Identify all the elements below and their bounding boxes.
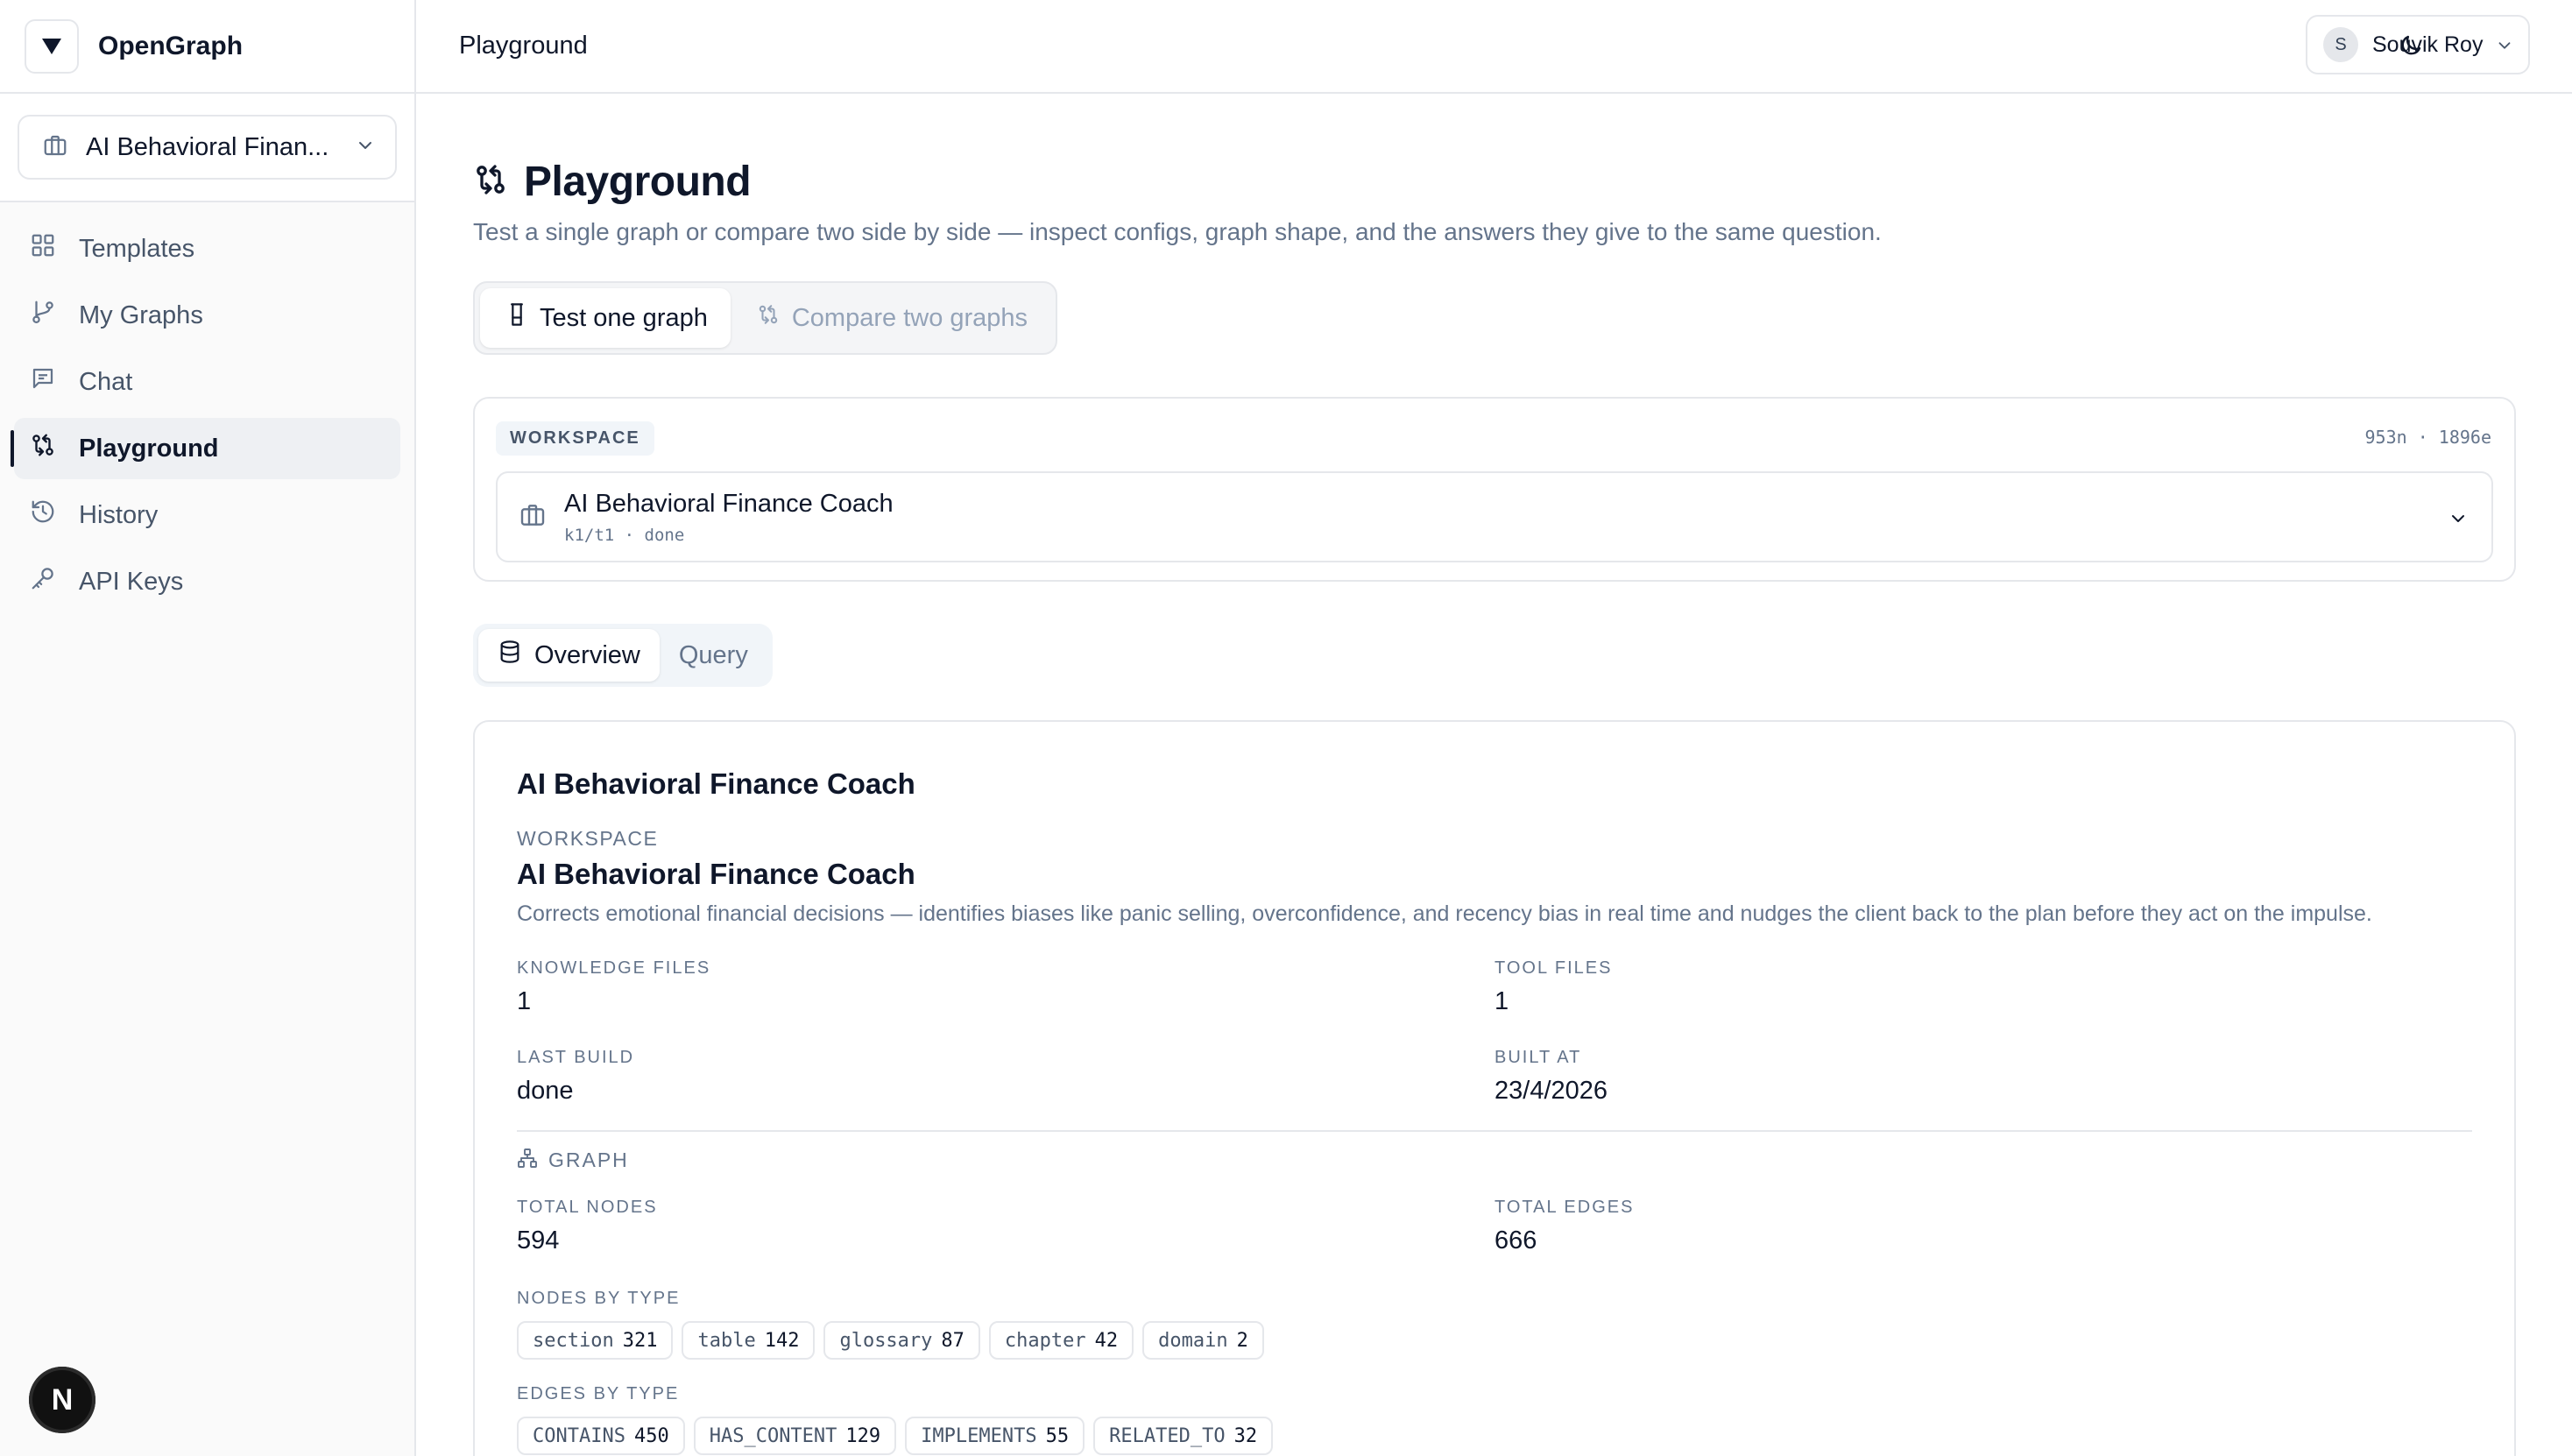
built-at-value: 23/4/2026 bbox=[1494, 1077, 1608, 1105]
sidebar-item-playground[interactable]: Playground bbox=[11, 418, 400, 479]
message-square-icon bbox=[30, 365, 56, 399]
git-compare-icon bbox=[757, 303, 780, 333]
workspace-name: AI Behavioral Finance Coach bbox=[517, 858, 915, 890]
workspace-card: WORKSPACE 953n · 1896e AI Behavioral Fin… bbox=[473, 397, 2516, 582]
chevron-down-icon bbox=[2448, 508, 2469, 534]
page-title: Playground bbox=[524, 159, 752, 205]
total-edges-value: 666 bbox=[1494, 1226, 1537, 1255]
last-build-value: done bbox=[517, 1077, 574, 1105]
logo-icon[interactable] bbox=[25, 18, 79, 74]
brand: OpenGraph bbox=[0, 0, 414, 94]
last-build-label: LAST BUILD bbox=[517, 1048, 635, 1067]
briefcase-icon bbox=[519, 501, 547, 534]
built-at-label: BUILT AT bbox=[1494, 1048, 1582, 1067]
user-menu-button[interactable]: S Souvik Roy bbox=[2306, 15, 2530, 74]
git-compare-icon bbox=[473, 162, 508, 201]
tool-files-label: TOOL FILES bbox=[1494, 958, 1613, 978]
overview-card: AI Behavioral Finance Coach WORKSPACE AI… bbox=[473, 720, 2516, 1456]
workspace-tag: WORKSPACE bbox=[496, 421, 654, 456]
node-type-chip: table 142 bbox=[682, 1321, 816, 1360]
user-name: Souvik Roy bbox=[2372, 32, 2484, 57]
overview-title: AI Behavioral Finance Coach bbox=[517, 767, 915, 800]
tab-overview[interactable]: Overview bbox=[478, 629, 660, 682]
sidebar-item-chat[interactable]: Chat bbox=[14, 351, 400, 413]
node-type-chip: chapter 42 bbox=[988, 1321, 1134, 1360]
tab-label: Test one graph bbox=[540, 303, 708, 332]
knowledge-files-value: 1 bbox=[517, 987, 532, 1015]
avatar: S bbox=[2323, 27, 2358, 62]
workspace-picker[interactable]: AI Behavioral Finance Coach k1/t1 · done bbox=[496, 471, 2493, 562]
key-icon bbox=[30, 565, 56, 598]
git-branch-icon bbox=[30, 299, 56, 332]
edges-by-type-label: EDGES BY TYPE bbox=[517, 1384, 680, 1403]
edge-type-chip: IMPLEMENTS 55 bbox=[905, 1417, 1085, 1455]
graph-counts: 953n · 1896e bbox=[2364, 427, 2492, 448]
workspace-label: WORKSPACE bbox=[517, 827, 659, 850]
edges-by-type-chips: CONTAINS 450 HAS_CONTENT 129 IMPLEMENTS 55 … bbox=[517, 1417, 2472, 1455]
tool-files-value: 1 bbox=[1494, 987, 1509, 1015]
knowledge-files-label: KNOWLEDGE FILES bbox=[517, 958, 711, 978]
workspace-selector-label: AI Behavioral Finan... bbox=[86, 132, 329, 161]
git-compare-icon bbox=[30, 432, 56, 465]
total-nodes-value: 594 bbox=[517, 1226, 560, 1255]
workspace-picker-meta: k1/t1 · done bbox=[564, 525, 685, 545]
edge-type-chip: RELATED_TO 32 bbox=[1093, 1417, 1274, 1455]
view-tabs: Overview Query bbox=[473, 624, 773, 687]
main-content: Playground Test a single graph or compar… bbox=[473, 94, 2516, 1456]
sidebar-item-label: History bbox=[79, 500, 159, 529]
tab-label: Compare two graphs bbox=[791, 303, 1028, 332]
total-nodes-label: TOTAL NODES bbox=[517, 1198, 658, 1217]
sidebar: OpenGraph AI Behavioral Finan... Templat… bbox=[0, 0, 416, 1456]
sidebar-item-label: Chat bbox=[79, 367, 133, 396]
sidebar-item-my-graphs[interactable]: My Graphs bbox=[14, 285, 400, 346]
workspace-picker-name: AI Behavioral Finance Coach bbox=[564, 489, 894, 518]
page-subtitle: Test a single graph or compare two side … bbox=[473, 218, 1882, 245]
edge-type-chip: HAS_CONTENT 129 bbox=[693, 1417, 897, 1455]
breadcrumb: Playground bbox=[459, 32, 588, 60]
flask-icon bbox=[506, 302, 527, 334]
mode-tabs: Test one graph Compare two graphs bbox=[473, 281, 1058, 355]
nodes-by-type-label: NODES BY TYPE bbox=[517, 1289, 681, 1308]
nodes-by-type-chips: section 321 table 142 glossary 87 chapter 42… bbox=[517, 1321, 2472, 1360]
sidebar-item-label: Playground bbox=[79, 434, 219, 463]
workspace-selector[interactable]: AI Behavioral Finan... bbox=[18, 115, 397, 180]
briefcase-icon bbox=[42, 132, 68, 163]
app-name: OpenGraph bbox=[98, 31, 244, 60]
sidebar-item-label: Templates bbox=[79, 234, 195, 263]
dev-tools-badge[interactable]: N bbox=[29, 1367, 95, 1433]
database-icon bbox=[498, 640, 522, 671]
sidebar-item-label: API Keys bbox=[79, 567, 184, 596]
node-type-chip: section 321 bbox=[517, 1321, 674, 1360]
sidebar-item-history[interactable]: History bbox=[14, 484, 400, 546]
history-icon bbox=[30, 498, 56, 532]
edge-type-chip: CONTAINS 450 bbox=[517, 1417, 685, 1455]
tab-query[interactable]: Query bbox=[660, 629, 767, 682]
tab-compare-two-graphs[interactable]: Compare two graphs bbox=[731, 288, 1050, 348]
tab-label: Query bbox=[678, 640, 748, 669]
divider bbox=[517, 1130, 2472, 1132]
total-edges-label: TOTAL EDGES bbox=[1494, 1198, 1635, 1217]
node-type-chip: domain 2 bbox=[1142, 1321, 1264, 1360]
sidebar-item-label: My Graphs bbox=[79, 300, 203, 329]
tab-label: Overview bbox=[534, 640, 640, 669]
sidebar-item-templates[interactable]: Templates bbox=[14, 218, 400, 279]
topbar: Playground S Souvik Roy bbox=[416, 0, 2572, 94]
grid-icon bbox=[30, 232, 56, 265]
chevron-down-icon bbox=[355, 135, 376, 160]
tab-test-one-graph[interactable]: Test one graph bbox=[480, 288, 731, 348]
sidebar-nav: Templates My Graphs Chat Playground Hist… bbox=[0, 202, 414, 612]
node-type-chip: glossary 87 bbox=[823, 1321, 980, 1360]
graph-section-label: GRAPH bbox=[548, 1149, 629, 1171]
sidebar-item-api-keys[interactable]: API Keys bbox=[14, 551, 400, 612]
network-icon bbox=[517, 1148, 538, 1173]
chevron-down-icon bbox=[2495, 36, 2514, 60]
workspace-description: Corrects emotional financial decisions —… bbox=[517, 901, 2372, 926]
